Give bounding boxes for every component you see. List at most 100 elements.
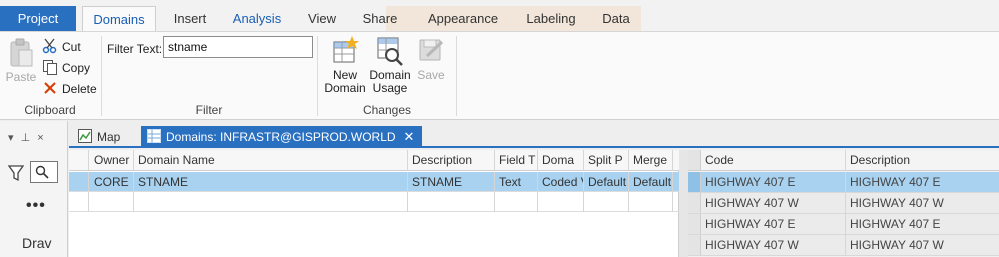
changes-group: New Domain Domain Usage Save Changes	[318, 32, 456, 120]
copy-button[interactable]: Copy	[42, 58, 90, 78]
coded-values-header: Code Description	[688, 150, 999, 171]
pane-title: Drav	[22, 235, 52, 251]
column-header-domain-type[interactable]: Doma	[538, 150, 584, 171]
split-policy-cell[interactable]: Default	[584, 172, 629, 192]
tab-analysis[interactable]: Analysis	[224, 6, 290, 31]
save-label: Save	[417, 68, 445, 82]
group-divider	[456, 36, 457, 116]
search-icon	[35, 165, 49, 179]
code-row[interactable]: HIGHWAY 407 E HIGHWAY 407 E	[688, 172, 999, 193]
description-cell[interactable]	[408, 192, 495, 212]
code-cell[interactable]: HIGHWAY 407 E	[701, 172, 846, 193]
tab-share[interactable]: Share	[352, 6, 408, 31]
paste-icon	[10, 38, 33, 67]
save-button[interactable]: Save	[414, 36, 448, 82]
domain-usage-label-line1: Domain	[369, 68, 411, 82]
tab-labeling[interactable]: Labeling	[514, 6, 588, 31]
column-header-field-type[interactable]: Field T	[495, 150, 538, 171]
domain-usage-label-line2: Usage	[372, 81, 408, 95]
code-description-cell[interactable]: HIGHWAY 407 E	[846, 214, 999, 235]
tab-view[interactable]: View	[296, 6, 348, 31]
close-tab-icon[interactable]: ✕	[404, 129, 415, 144]
domain-type-cell[interactable]: Coded V	[538, 172, 584, 192]
row-header-cell	[688, 150, 701, 170]
tab-map-view[interactable]: Map	[72, 126, 128, 148]
owner-cell[interactable]	[90, 192, 134, 212]
column-header-owner[interactable]: Owner	[90, 150, 134, 171]
workspace: ▾ ⊥ × ••• Drav Map Domains: INFRASTR@GIS…	[0, 121, 999, 257]
new-domain-button[interactable]: New Domain	[322, 36, 368, 95]
changes-group-label: Changes	[362, 103, 412, 117]
row-header-cell	[688, 235, 701, 255]
table-row[interactable]: CORE STNAME STNAME Text Coded V Default …	[69, 172, 679, 192]
domain-name-cell[interactable]: STNAME	[134, 172, 408, 192]
domain-name-cell[interactable]	[134, 192, 408, 212]
column-header-code[interactable]: Code	[701, 150, 846, 171]
domains-grid-header: Owner Domain Name Description Field T Do…	[69, 150, 679, 171]
tab-domains-view[interactable]: Domains: INFRASTR@GISPROD.WORLD ✕	[141, 126, 423, 148]
cut-label: Cut	[62, 40, 81, 54]
new-domain-label-line1: New	[332, 68, 357, 82]
row-header-cell	[69, 150, 89, 170]
coded-values-table: Code Description HIGHWAY 407 E HIGHWAY 4…	[688, 150, 999, 257]
new-domain-label-line2: Domain	[324, 81, 366, 95]
code-row[interactable]: HIGHWAY 407 W HIGHWAY 407 W	[688, 193, 999, 214]
owner-cell[interactable]: CORE	[90, 172, 134, 192]
tab-project[interactable]: Project	[0, 6, 76, 31]
code-cell[interactable]: HIGHWAY 407 E	[701, 214, 846, 235]
split-policy-cell[interactable]	[584, 192, 629, 212]
clipboard-group: Paste Cut Copy Delete Clipboard	[0, 32, 100, 120]
scissors-icon	[42, 38, 57, 54]
field-type-cell[interactable]	[495, 192, 538, 212]
delete-button[interactable]: Delete	[42, 79, 97, 99]
clipboard-group-label: Clipboard	[24, 103, 76, 117]
pane-window-controls[interactable]: ▾ ⊥ ×	[8, 131, 46, 144]
table-row-new[interactable]	[69, 192, 679, 212]
domains-grid: Owner Domain Name Description Field T Do…	[69, 150, 679, 257]
ribbon-tab-strip: Project Domains Insert Analysis View Sha…	[0, 0, 999, 32]
code-cell[interactable]: HIGHWAY 407 W	[701, 193, 846, 214]
tab-domains[interactable]: Domains	[82, 6, 156, 32]
map-icon	[78, 129, 92, 143]
tab-data[interactable]: Data	[592, 6, 640, 31]
filter-funnel-icon[interactable]	[8, 164, 24, 182]
domain-type-cell[interactable]	[538, 192, 584, 212]
row-header-cell	[688, 172, 701, 192]
grid-splitter[interactable]	[679, 150, 688, 257]
description-cell[interactable]: STNAME	[408, 172, 495, 192]
code-cell[interactable]: HIGHWAY 407 W	[701, 235, 846, 256]
map-tab-label: Map	[97, 130, 121, 144]
code-description-cell[interactable]: HIGHWAY 407 W	[846, 235, 999, 256]
merge-policy-cell[interactable]: Default	[629, 172, 673, 192]
domain-usage-button[interactable]: Domain Usage	[368, 36, 412, 95]
filter-group-label: Filter	[195, 103, 223, 117]
code-row[interactable]: HIGHWAY 407 W HIGHWAY 407 W	[688, 235, 999, 256]
code-description-cell[interactable]: HIGHWAY 407 E	[846, 172, 999, 193]
save-icon	[419, 39, 444, 61]
domains-tab-label: Domains: INFRASTR@GISPROD.WORLD	[166, 130, 396, 144]
pane-search-box[interactable]	[30, 161, 58, 183]
tab-appearance[interactable]: Appearance	[418, 6, 508, 31]
field-type-cell[interactable]: Text	[495, 172, 538, 192]
delete-label: Delete	[62, 82, 97, 96]
row-header-cell	[69, 192, 89, 211]
left-dock-pane: ▾ ⊥ × ••• Drav	[0, 121, 68, 257]
row-header-cell	[69, 172, 89, 191]
copy-label: Copy	[62, 61, 91, 75]
domain-usage-icon	[377, 37, 403, 66]
column-header-description[interactable]: Description	[408, 150, 495, 171]
more-options-icon[interactable]: •••	[26, 197, 46, 215]
column-header-code-description[interactable]: Description	[846, 150, 999, 171]
code-row[interactable]: HIGHWAY 407 E HIGHWAY 407 E	[688, 214, 999, 235]
filter-text-input[interactable]	[163, 36, 313, 58]
ribbon-body: Paste Cut Copy Delete Clipboard Filter F…	[0, 31, 999, 120]
paste-label: Paste	[5, 70, 37, 84]
cut-button[interactable]: Cut	[42, 37, 81, 57]
tab-insert[interactable]: Insert	[160, 6, 220, 31]
merge-policy-cell[interactable]	[629, 192, 673, 212]
code-description-cell[interactable]: HIGHWAY 407 W	[846, 193, 999, 214]
column-header-merge-policy[interactable]: Merge	[629, 150, 673, 171]
column-header-split-policy[interactable]: Split P	[584, 150, 629, 171]
column-header-domain-name[interactable]: Domain Name	[134, 150, 408, 171]
paste-button[interactable]: Paste	[4, 38, 38, 84]
